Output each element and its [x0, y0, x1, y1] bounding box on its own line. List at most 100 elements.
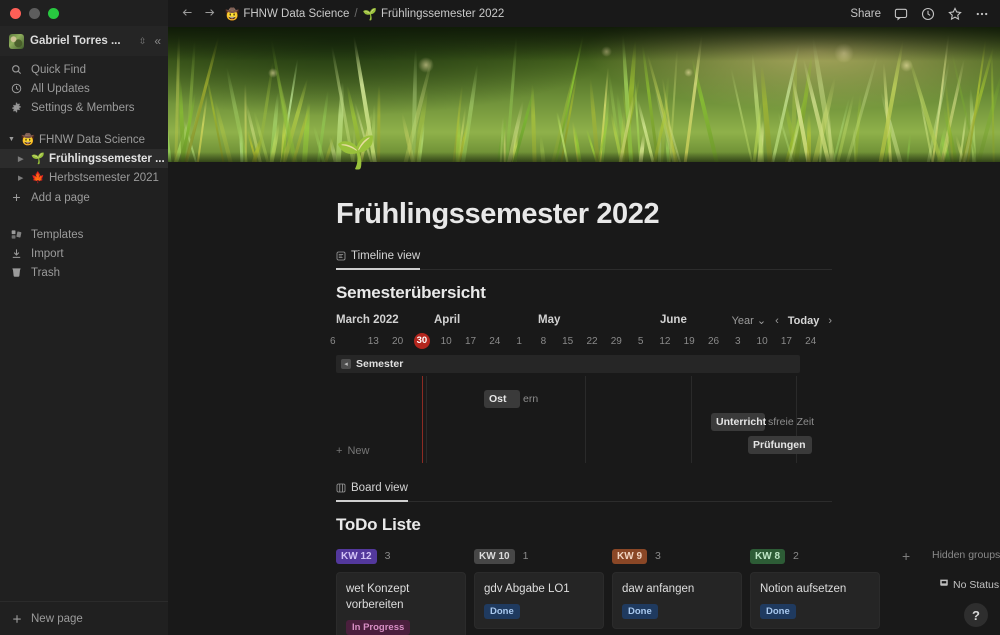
breadcrumb-label: FHNW Data Science	[243, 7, 350, 20]
board-card[interactable]: gdv Abgabe LO1 Done	[474, 572, 604, 629]
status-badge: Done	[484, 604, 520, 619]
workspace-switcher[interactable]: Gabriel Torres ... ⇳ «	[0, 26, 168, 56]
sidebar-item-label: FHNW Data Science	[39, 133, 146, 146]
timeline-month-label: May	[538, 314, 561, 326]
sidebar-item-templates[interactable]: Templates	[0, 225, 168, 244]
breadcrumb-label: Frühlingssemester 2022	[380, 7, 505, 20]
sidebar-lower-nav: Templates Import Trash	[0, 221, 168, 282]
tab-timeline-view[interactable]: Timeline view	[336, 250, 421, 270]
timeline-controls: Year ⌄ ‹ Today ›	[732, 314, 832, 328]
sidebar-item-fhnw-data-science[interactable]: ▼ 🤠 FHNW Data Science	[0, 130, 168, 149]
minimize-window-button[interactable]	[29, 7, 40, 19]
timeline-scale-select[interactable]: Year ⌄	[732, 314, 767, 327]
close-window-button[interactable]	[10, 7, 21, 19]
page-title[interactable]: Frühlingssemester 2022	[336, 162, 1000, 231]
timeline-day-tick: 26	[707, 336, 720, 347]
arrow-right-icon[interactable]	[203, 6, 216, 21]
timeline-day-tick: 13	[367, 336, 379, 347]
collapse-left-icon[interactable]: ◂	[341, 359, 351, 369]
sidebar-item-label: All Updates	[31, 82, 90, 95]
timeline-bar-label-overflow: sfreie Zeit	[768, 416, 815, 428]
timeline-icon	[336, 251, 346, 261]
tab-label: Board view	[351, 482, 408, 494]
timeline-grid: ◂ Semester Ost ern Unterricht sfreie Zeit Pr…	[336, 355, 832, 463]
sidebar-item-label: Trash	[31, 266, 60, 279]
sidebar-item-herbstsemester[interactable]: ▶ 🍁 Herbstsemester 2021	[0, 168, 168, 187]
updown-chevron-icon[interactable]: ⇳	[139, 36, 147, 46]
grass-blade	[205, 75, 228, 162]
hidden-groups-label[interactable]: Hidden groups	[932, 549, 1000, 561]
board-column-header[interactable]: KW 9 3	[612, 548, 742, 564]
sidebar-item-all-updates[interactable]: All Updates	[0, 79, 168, 98]
timeline-today-button[interactable]: Today	[788, 315, 820, 327]
status-badge: KW 12	[336, 548, 377, 564]
sidebar-item-fruehlingssemester[interactable]: ▶ 🌱 Frühlingssemester ...	[0, 149, 168, 168]
timeline-day-tick: 10	[756, 336, 768, 347]
breadcrumb-item-fruehlingssemester[interactable]: 🌱 Frühlingssemester 2022	[363, 7, 505, 21]
chevron-down-icon[interactable]: ▼	[8, 136, 16, 143]
arrow-left-icon[interactable]	[181, 6, 194, 21]
sidebar-item-quick-find[interactable]: Quick Find	[0, 60, 168, 79]
new-page-label: New page	[31, 612, 83, 625]
timeline-month-divider	[426, 376, 427, 463]
timeline-day-tick: 22	[586, 336, 598, 347]
sidebar-item-settings-members[interactable]: Settings & Members	[0, 98, 168, 117]
timeline-day-tick: 17	[780, 336, 792, 347]
timeline-prev-button[interactable]: ‹	[775, 315, 779, 327]
help-button[interactable]: ?	[964, 603, 988, 627]
board-card-title: daw anfangen	[622, 583, 695, 595]
status-badge: KW 10	[474, 548, 515, 564]
timeline-new-button[interactable]: + New	[336, 445, 369, 457]
board-column-header[interactable]: KW 10 1	[474, 548, 604, 564]
timeline-bar[interactable]: Ost ern	[484, 390, 538, 408]
timeline-bar[interactable]: Prüfungen	[748, 436, 812, 454]
sidebar-item-trash[interactable]: Trash	[0, 263, 168, 282]
plus-icon	[10, 613, 23, 625]
add-a-page-button[interactable]: Add a page	[0, 188, 168, 207]
clock-icon[interactable]	[921, 7, 935, 21]
page-cover-image[interactable]	[168, 27, 1000, 162]
double-chevron-left-icon[interactable]: «	[154, 34, 161, 48]
timeline-group-row-semester[interactable]: ◂ Semester	[336, 355, 800, 373]
board-column-count: 1	[522, 550, 529, 562]
board-card-title: wet Konzept vorbereiten	[346, 583, 410, 611]
page-emoji-icon[interactable]: 🌱	[336, 136, 376, 168]
seedling-emoji-icon: 🌱	[31, 153, 45, 165]
tab-board-view[interactable]: Board view	[336, 482, 408, 502]
timeline-day-tick: 6	[330, 336, 336, 347]
board-card[interactable]: Notion aufsetzen Done	[750, 572, 880, 629]
board-database-title[interactable]: ToDo Liste	[336, 515, 1000, 535]
timeline-bar-label-overflow: ern	[523, 393, 539, 405]
board-card[interactable]: wet Konzept vorbereiten In Progress	[336, 572, 466, 635]
templates-icon	[10, 229, 23, 240]
board-column-header[interactable]: KW 12 3	[336, 548, 466, 564]
breadcrumb-item-fhnw[interactable]: 🤠 FHNW Data Science	[225, 7, 349, 21]
hidden-group-no-status[interactable]: No Status	[939, 578, 999, 591]
new-page-button[interactable]: New page	[0, 601, 168, 635]
timeline-next-button[interactable]: ›	[828, 315, 832, 327]
timeline-view-tabs: Timeline view	[336, 248, 832, 270]
timeline-day-tick: 1	[516, 336, 522, 347]
add-group-button[interactable]: +	[902, 548, 910, 564]
board-column-header[interactable]: KW 8 2	[750, 548, 880, 564]
timeline-today-marker: 30	[413, 333, 430, 349]
more-icon[interactable]	[975, 7, 989, 21]
comment-icon[interactable]	[894, 7, 908, 21]
chevron-right-icon[interactable]: ▶	[18, 155, 26, 163]
breadcrumb: 🤠 FHNW Data Science / 🌱 Frühlingssemeste…	[225, 7, 504, 21]
topbar: 🤠 FHNW Data Science / 🌱 Frühlingssemeste…	[168, 0, 1000, 27]
timeline-month-label: March 2022	[336, 314, 399, 326]
status-badge: In Progress	[346, 620, 411, 635]
sidebar-item-import[interactable]: Import	[0, 244, 168, 263]
cover-bottom-shade	[168, 152, 1000, 162]
chevron-right-icon[interactable]: ▶	[18, 174, 26, 182]
maximize-window-button[interactable]	[48, 7, 59, 19]
timeline-database-title[interactable]: Semesterübersicht	[336, 283, 1000, 303]
timeline-today-line	[422, 376, 423, 463]
share-button[interactable]: Share	[850, 8, 881, 20]
star-icon[interactable]	[948, 6, 962, 21]
clock-icon	[10, 83, 23, 94]
board-card[interactable]: daw anfangen Done	[612, 572, 742, 629]
timeline-bar[interactable]: Unterricht sfreie Zeit	[711, 413, 814, 431]
timeline-day-tick: 17	[464, 336, 477, 347]
